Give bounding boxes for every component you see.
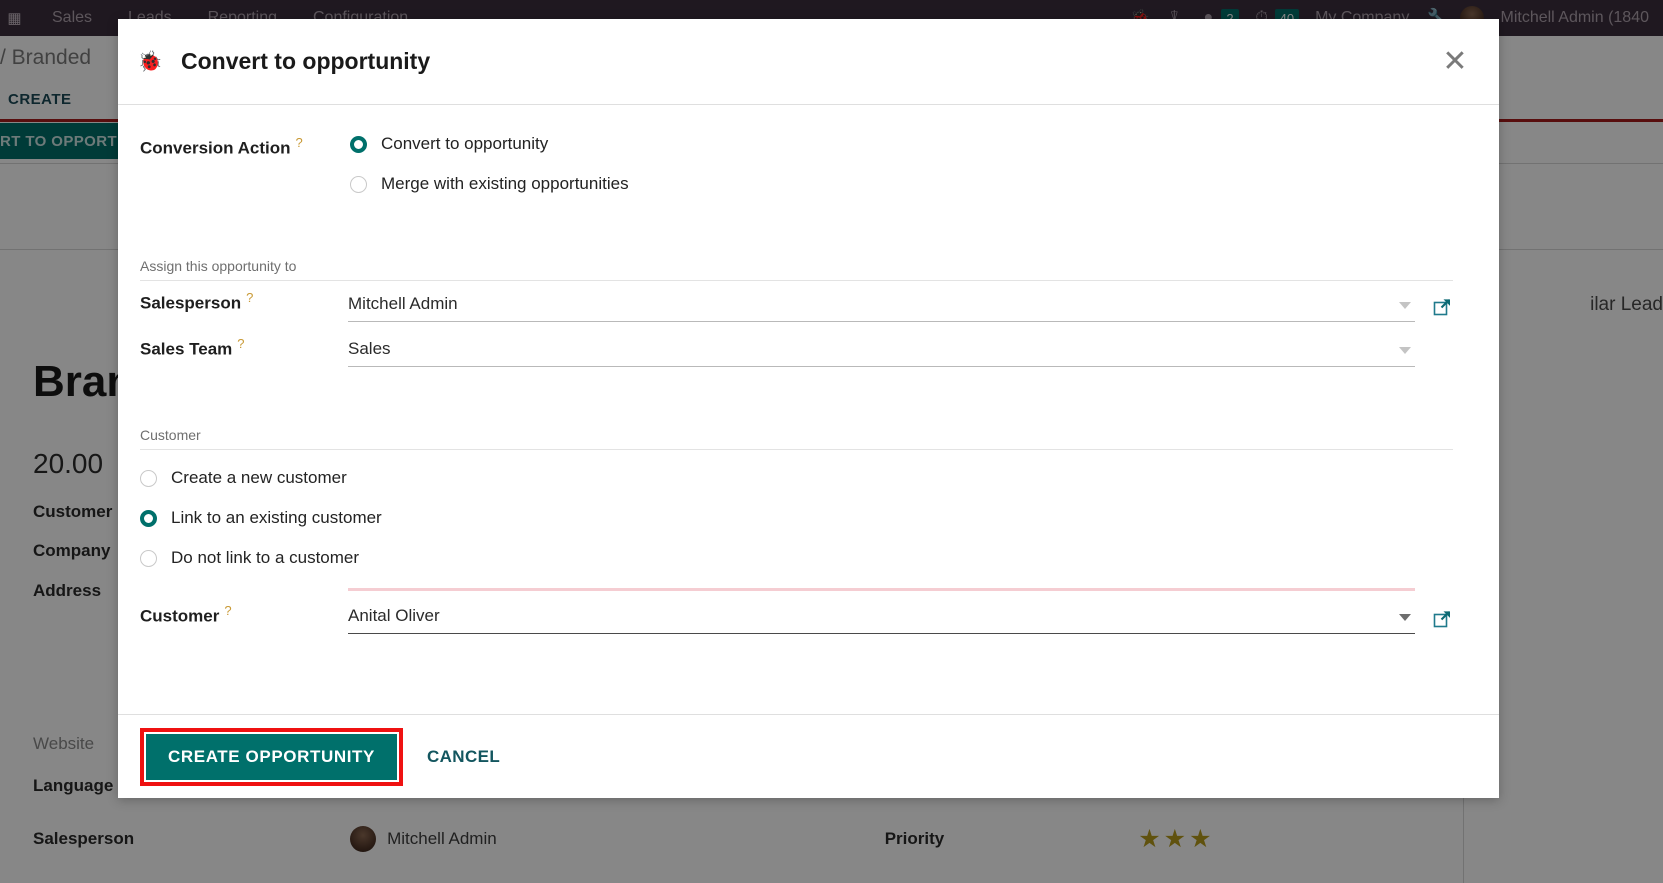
salesperson-control: Mitchell Admin: [348, 294, 1453, 322]
radio-do-not-link-customer[interactable]: Do not link to a customer: [140, 548, 1453, 568]
customer-value: Anital Oliver: [348, 606, 440, 626]
help-icon[interactable]: ?: [246, 290, 253, 305]
chevron-down-icon[interactable]: [1399, 614, 1411, 622]
radio-label: Do not link to a customer: [171, 548, 360, 568]
sales-team-control: Sales: [348, 339, 1453, 368]
salesperson-input[interactable]: Mitchell Admin: [348, 294, 1415, 322]
chevron-down-icon[interactable]: [1399, 301, 1411, 309]
radio-indicator[interactable]: [140, 469, 157, 487]
sales-team-value: Sales: [348, 339, 391, 359]
radio-indicator[interactable]: [350, 135, 367, 153]
radio-convert-to-opportunity[interactable]: Convert to opportunity: [350, 134, 629, 154]
help-icon[interactable]: ?: [296, 135, 303, 150]
customer-input[interactable]: Anital Oliver: [348, 588, 1415, 635]
customer-control: Anital Oliver: [348, 588, 1453, 635]
radio-indicator[interactable]: [350, 175, 367, 193]
conversion-action-options: Convert to opportunity Merge with existi…: [350, 133, 629, 194]
conversion-action-label-text: Conversion Action: [140, 138, 291, 158]
salesperson-field-row: Salesperson? Mitchell Admin: [140, 290, 1453, 322]
sales-team-input[interactable]: Sales: [348, 339, 1415, 368]
conversion-action-label: Conversion Action?: [140, 133, 350, 159]
bug-icon: 🐞: [137, 51, 163, 73]
create-opportunity-button[interactable]: CREATE OPPORTUNITY: [146, 733, 397, 780]
help-icon[interactable]: ?: [237, 336, 244, 351]
customer-label-text: Customer: [140, 606, 220, 626]
conversion-action-row: Conversion Action? Convert to opportunit…: [140, 133, 1453, 194]
customer-options: Create a new customer Link to an existin…: [140, 467, 1453, 568]
dialog-title: Convert to opportunity: [181, 48, 431, 74]
chevron-down-icon[interactable]: [1399, 347, 1411, 355]
sales-team-field-row: Sales Team? Sales: [140, 336, 1453, 368]
sales-team-label: Sales Team?: [140, 336, 348, 368]
close-icon[interactable]: ✕: [1438, 45, 1472, 79]
convert-to-opportunity-dialog: 🐞 Convert to opportunity ✕ Conversion Ac…: [118, 19, 1499, 798]
radio-merge-with-existing[interactable]: Merge with existing opportunities: [350, 174, 629, 194]
radio-label: Convert to opportunity: [381, 134, 549, 153]
dialog-header: 🐞 Convert to opportunity ✕: [118, 19, 1499, 105]
cancel-button[interactable]: CANCEL: [427, 747, 500, 767]
radio-link-existing-customer[interactable]: Link to an existing customer: [140, 508, 1453, 528]
help-icon[interactable]: ?: [224, 603, 231, 618]
dialog-footer: CREATE OPPORTUNITY CANCEL: [118, 714, 1499, 798]
primary-button-highlight: CREATE OPPORTUNITY: [140, 727, 403, 786]
radio-label: Merge with existing opportunities: [381, 174, 629, 193]
radio-create-new-customer[interactable]: Create a new customer: [140, 468, 1453, 488]
dialog-body: Conversion Action? Convert to opportunit…: [118, 105, 1499, 714]
customer-field-row: Customer? Anital Oliver: [140, 588, 1453, 635]
radio-indicator[interactable]: [140, 509, 157, 527]
sales-team-label-text: Sales Team: [140, 339, 233, 359]
radio-label: Link to an existing customer: [171, 508, 382, 528]
external-link-icon[interactable]: [1431, 608, 1453, 630]
salesperson-label-text: Salesperson: [140, 293, 242, 313]
external-link-icon[interactable]: [1431, 296, 1453, 318]
radio-label: Create a new customer: [171, 468, 347, 488]
salesperson-value: Mitchell Admin: [348, 293, 458, 313]
screen: ▦ Sales Leads Reporting Configuration 🐞 …: [0, 0, 1663, 883]
external-link-placeholder: [1431, 341, 1453, 363]
assign-section-caption: Assign this opportunity to: [140, 258, 1453, 281]
salesperson-label: Salesperson?: [140, 290, 348, 322]
customer-section-caption: Customer: [140, 427, 1453, 451]
radio-indicator[interactable]: [140, 549, 157, 567]
customer-label: Customer?: [140, 603, 348, 635]
